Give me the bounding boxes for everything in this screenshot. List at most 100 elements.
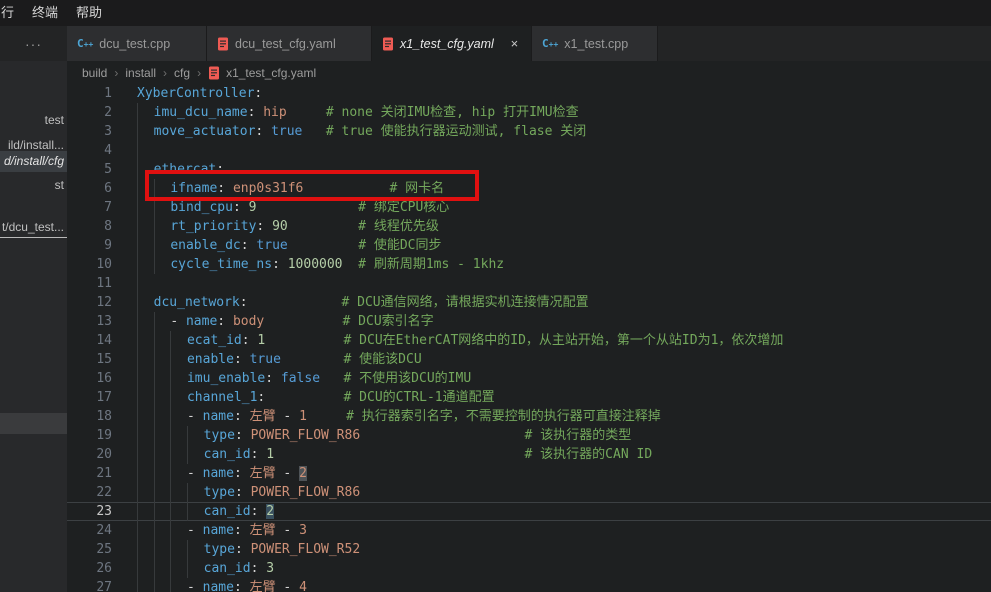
menu-item[interactable]: 行 <box>0 0 23 26</box>
code-text <box>112 141 991 160</box>
menu-item[interactable]: 终端 <box>23 0 67 26</box>
code-line[interactable]: 4 <box>67 141 991 160</box>
code-line[interactable]: 6 ifname: enp0s31f6 # 网卡名 <box>67 179 991 198</box>
code-token: - <box>276 466 299 481</box>
code-token: : <box>235 485 251 500</box>
indent-guide <box>137 388 154 407</box>
code-token: : <box>234 523 250 538</box>
indent-guide <box>154 388 171 407</box>
indent-guide <box>154 312 171 331</box>
code-line[interactable]: 23 can_id: 2 <box>67 502 991 521</box>
code-line[interactable]: 3 move_actuator: true # true 使能执行器运动测试, … <box>67 122 991 141</box>
tab-x1_test.cpp[interactable]: C++x1_test.cpp <box>532 26 658 61</box>
code-token: name <box>203 580 234 592</box>
code-token <box>288 238 358 253</box>
code-token: can_id <box>204 447 251 462</box>
vscode-window: 行终端帮助 ··· C++dcu_test.cppdcu_test_cfg.ya… <box>0 0 991 592</box>
code-text: enable: true # 使能该DCU <box>112 350 991 369</box>
code-line[interactable]: 25 type: POWER_FLOW_R52 <box>67 540 991 559</box>
indent-guide <box>137 540 154 559</box>
indent-guide <box>187 502 204 521</box>
code-token: - <box>187 523 203 538</box>
side-panel-item[interactable]: test <box>0 110 67 131</box>
code-line[interactable]: 8 rt_priority: 90 # 线程优先级 <box>67 217 991 236</box>
menu-item[interactable]: 帮助 <box>67 0 111 26</box>
code-line[interactable]: 1XyberController: <box>67 84 991 103</box>
indent-guide <box>154 255 171 274</box>
code-line[interactable]: 15 enable: true # 使能该DCU <box>67 350 991 369</box>
tab-overflow-button[interactable]: ··· <box>0 26 67 61</box>
tab-label: dcu_test.cpp <box>99 37 170 51</box>
code-line[interactable]: 5 ethercat: <box>67 160 991 179</box>
indent-guide <box>170 388 187 407</box>
code-line[interactable]: 14 ecat_id: 1 # DCU在EtherCAT网络中的ID，从主站开始… <box>67 331 991 350</box>
indent-guide <box>137 179 154 198</box>
code-line[interactable]: 21 - name: 左臂 - 2 <box>67 464 991 483</box>
code-line[interactable]: 24 - name: 左臂 - 3 <box>67 521 991 540</box>
indent-guide <box>137 578 154 592</box>
code-line[interactable]: 18 - name: 左臂 - 1 # 执行器索引名字，不需要控制的执行器可直接… <box>67 407 991 426</box>
code-token: bind_cpu <box>170 200 233 215</box>
code-token: 左臂 <box>250 409 276 424</box>
breadcrumb-segment[interactable]: cfg <box>172 66 192 80</box>
line-number: 26 <box>67 559 112 578</box>
code-token <box>360 428 524 443</box>
code-token: 2 <box>299 466 307 481</box>
code-line[interactable]: 10 cycle_time_ns: 1000000 # 刷新周期1ms - 1k… <box>67 255 991 274</box>
tab-close-icon[interactable]: × <box>508 36 521 52</box>
side-panel-item[interactable]: d/install/cfg <box>0 151 67 172</box>
side-panel-empty-row[interactable] <box>0 413 67 434</box>
side-panel-item[interactable]: st <box>0 175 67 196</box>
code-token: 90 <box>272 219 288 234</box>
line-number: 8 <box>67 217 112 236</box>
tab-dcu_test_cfg.yaml[interactable]: dcu_test_cfg.yaml <box>207 26 372 61</box>
code-token: : <box>265 371 281 386</box>
code-token: false <box>281 371 320 386</box>
code-line[interactable]: 26 can_id: 3 <box>67 559 991 578</box>
breadcrumb-file[interactable]: x1_test_cfg.yaml <box>224 66 318 80</box>
code-line[interactable]: 27 - name: 左臂 - 4 <box>67 578 991 592</box>
code-token <box>248 295 342 310</box>
side-panel-item[interactable]: t/dcu_test... <box>0 217 67 238</box>
line-number: 12 <box>67 293 112 312</box>
indent-guide <box>137 445 154 464</box>
code-text: - name: 左臂 - 3 <box>112 521 991 540</box>
code-token: : <box>251 504 267 519</box>
code-editor[interactable]: 1XyberController:2 imu_dcu_name: hip # n… <box>67 84 991 592</box>
code-line[interactable]: 20 can_id: 1 # 该执行器的CAN ID <box>67 445 991 464</box>
breadcrumb-segment[interactable]: build <box>80 66 109 80</box>
breadcrumb-segment[interactable]: install <box>123 66 158 80</box>
code-token: enable <box>187 352 234 367</box>
indent-guide <box>137 559 154 578</box>
indent-guide <box>137 350 154 369</box>
code-token <box>302 124 325 139</box>
code-token: ifname <box>170 181 217 196</box>
indent-guide <box>187 483 204 502</box>
tab-dcu_test.cpp[interactable]: C++dcu_test.cpp <box>67 26 207 61</box>
code-token: cycle_time_ns <box>170 257 272 272</box>
code-line[interactable]: 9 enable_dc: true # 使能DC同步 <box>67 236 991 255</box>
code-line[interactable]: 11 <box>67 274 991 293</box>
comment-token: # 执行器索引名字，不需要控制的执行器可直接注释掉 <box>346 409 661 424</box>
indent-guide <box>154 445 171 464</box>
indent-guide <box>137 274 154 293</box>
tab-x1_test_cfg.yaml[interactable]: x1_test_cfg.yaml× <box>372 26 532 61</box>
comment-token: # 绑定CPU核心 <box>358 200 449 215</box>
code-line[interactable]: 16 imu_enable: false # 不使用该DCU的IMU <box>67 369 991 388</box>
code-token: 3 <box>266 561 274 576</box>
code-line[interactable]: 12 dcu_network: # DCU通信网络，请根据实机连接情况配置 <box>67 293 991 312</box>
code-line[interactable]: 22 type: POWER_FLOW_R86 <box>67 483 991 502</box>
code-line[interactable]: 13 - name: body # DCU索引名字 <box>67 312 991 331</box>
indent-guide <box>137 103 154 122</box>
code-line[interactable]: 17 channel_1: # DCU的CTRL-1通道配置 <box>67 388 991 407</box>
line-number: 2 <box>67 103 112 122</box>
line-number: 22 <box>67 483 112 502</box>
code-token: : <box>254 86 262 101</box>
code-token: : <box>234 466 250 481</box>
indent-guide <box>170 464 187 483</box>
code-token: 左臂 <box>250 466 276 481</box>
code-line[interactable]: 19 type: POWER_FLOW_R86 # 该执行器的类型 <box>67 426 991 445</box>
code-line[interactable]: 7 bind_cpu: 9 # 绑定CPU核心 <box>67 198 991 217</box>
code-line[interactable]: 2 imu_dcu_name: hip # none 关闭IMU检查, hip … <box>67 103 991 122</box>
code-token: : <box>241 238 257 253</box>
